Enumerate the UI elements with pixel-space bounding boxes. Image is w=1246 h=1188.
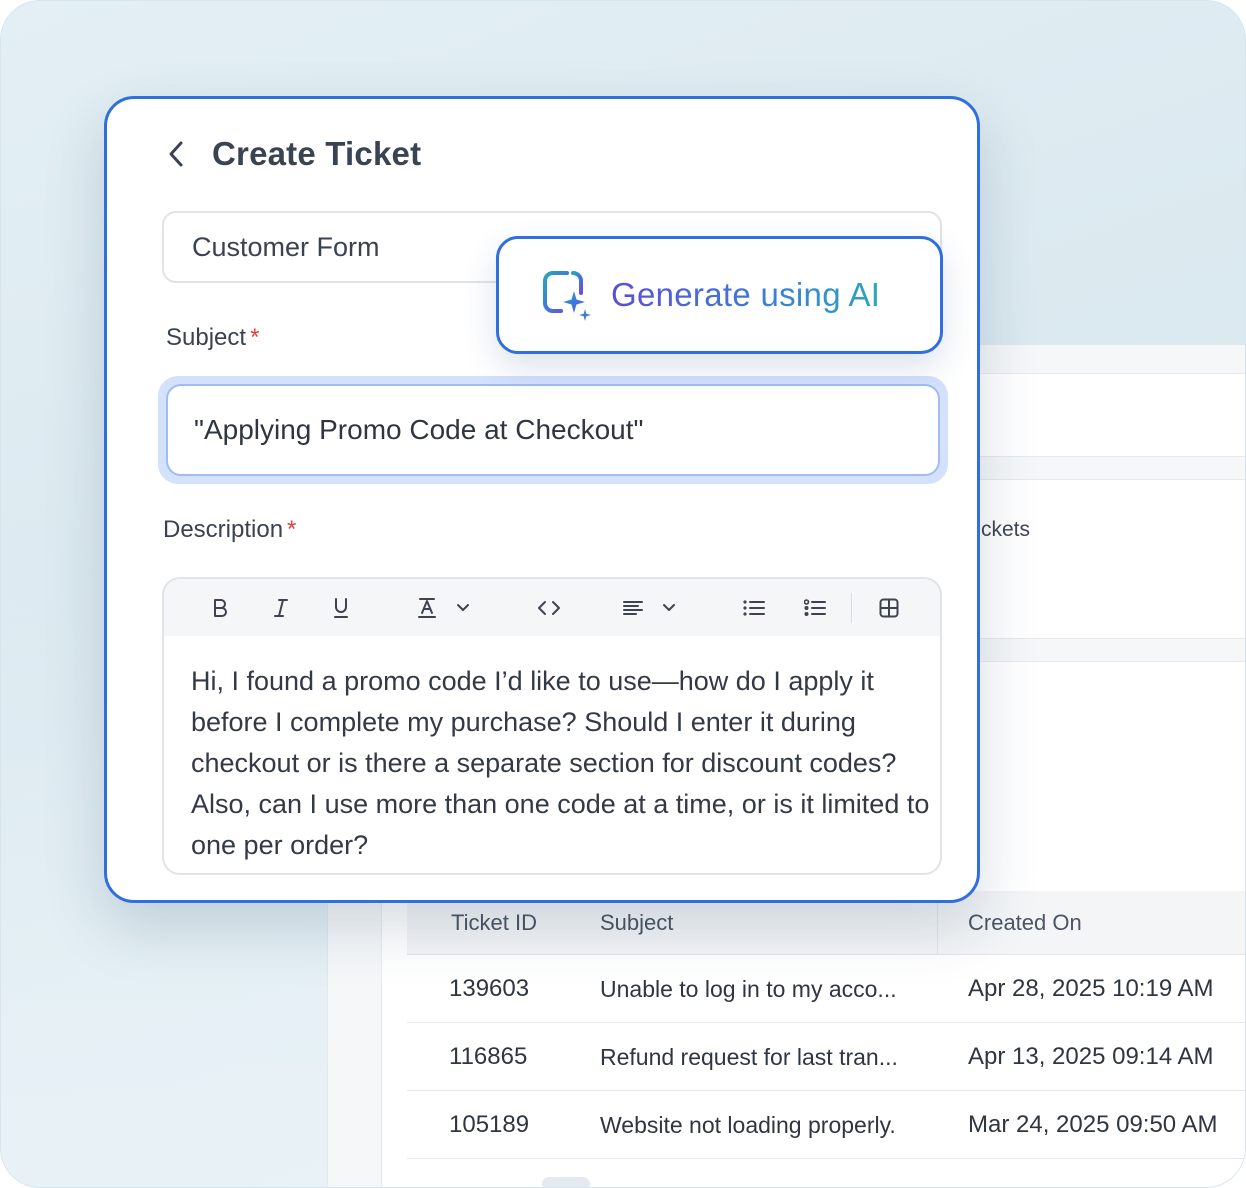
bold-icon [214,598,227,617]
create-ticket-modal: Create Ticket Customer Form Subject * "Ap… [104,96,980,903]
ticket-id: 116865 [449,1043,528,1070]
table-row[interactable]: 139603 Unable to log in to my acco... Ap… [407,955,1245,1023]
description-editor: Hi, I found a promo code I’d like to use… [162,577,942,875]
underline-icon [334,597,348,618]
italic-button[interactable] [263,579,299,636]
code-icon [538,600,560,615]
description-label: Description * [163,516,296,544]
toolbar-divider [851,593,852,623]
underline-button[interactable] [323,579,359,636]
ticket-id: 105189 [449,1111,530,1138]
canvas-background: ckets Ticket ID Subject Created On 13960… [0,0,1246,1188]
subject-input[interactable]: "Applying Promo Code at Checkout" [166,384,940,476]
required-marker: * [287,516,297,543]
modal-header: Create Ticket [162,135,421,173]
ticket-created-on: Mar 24, 2025 09:50 AM [968,1111,1218,1138]
numbered-list-icon [804,598,826,616]
generate-using-ai-button[interactable]: Generate using AI [496,236,943,354]
tickets-table: Ticket ID Subject Created On 139603 Unab… [407,891,1245,1159]
ticket-id: 139603 [449,975,530,1002]
bold-button[interactable] [202,579,238,636]
table-row[interactable]: 105189 Website not loading properly. Mar… [407,1091,1245,1159]
ticket-created-on: Apr 13, 2025 09:14 AM [968,1043,1214,1070]
text-color-button[interactable] [409,579,445,636]
ticket-subject: Website not loading properly. [600,1111,896,1138]
description-label-text: Description [163,516,284,543]
align-button[interactable] [615,579,651,636]
numbered-list-button[interactable] [797,579,833,636]
tickets-label: ckets [981,518,1031,541]
chevron-down-icon [457,603,469,611]
generate-using-ai-label: Generate using AI [611,276,881,313]
back-button[interactable] [162,137,190,171]
ticket-subject: Refund request for last tran... [600,1043,898,1070]
table-button[interactable] [871,579,907,636]
subject-label-text: Subject [166,324,247,351]
chevron-left-icon [169,141,183,167]
bullet-list-button[interactable] [736,579,772,636]
description-text[interactable]: Hi, I found a promo code I’d like to use… [191,661,931,866]
ticket-created-on: Apr 28, 2025 10:19 AM [968,975,1214,1002]
scrollbar-handle[interactable] [542,1177,590,1187]
required-marker: * [250,324,260,351]
italic-icon [274,598,288,617]
column-header-created-on[interactable]: Created On [937,891,1245,955]
align-dropdown[interactable] [654,579,684,636]
ai-sparkle-icon [543,271,591,321]
bullet-list-icon [743,599,765,616]
page-title: Create Ticket [212,135,422,172]
align-icon [623,600,643,615]
text-color-icon [418,597,436,618]
editor-toolbar [164,579,940,636]
subject-label: Subject * [166,324,259,352]
chevron-down-icon [663,603,675,611]
table-row[interactable]: 116865 Refund request for last tran... A… [407,1023,1245,1091]
ticket-subject: Unable to log in to my acco... [600,975,897,1002]
text-color-dropdown[interactable] [448,579,478,636]
code-button[interactable] [529,579,569,636]
table-icon [879,598,899,617]
